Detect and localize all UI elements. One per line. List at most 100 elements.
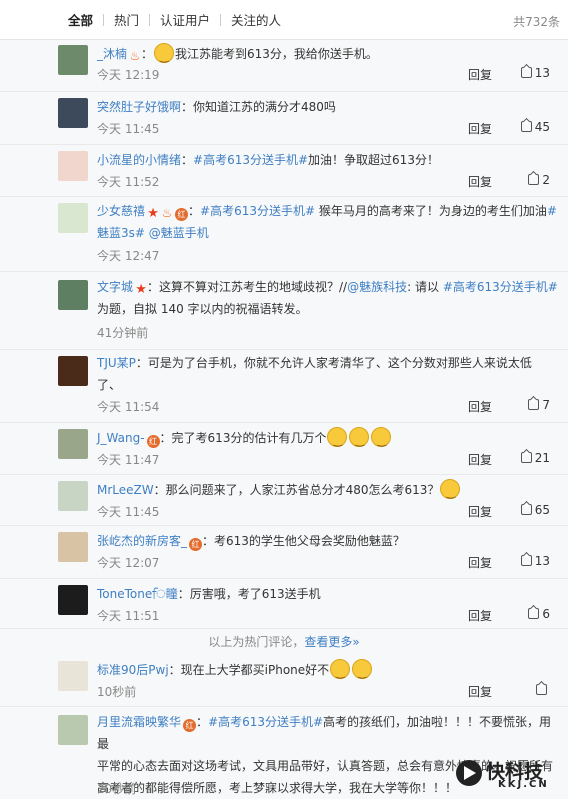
comment-filter-tabs: 全部 热门 认证用户 关注的人 共732条	[0, 0, 568, 40]
comment-text: TJU某P：可是为了台手机，你就不允许人家考清华了、这个分数对那些人来说太低 了…	[97, 356, 532, 392]
user-avatar[interactable]	[58, 532, 88, 562]
like-button[interactable]: 13	[520, 66, 550, 80]
red-badge-icon: 红	[146, 435, 160, 448]
comment-meta: 10秒前 回复	[97, 681, 558, 701]
tab-hot[interactable]: 热门	[104, 10, 149, 29]
username[interactable]: 突然肚子好饿啊	[97, 100, 181, 114]
comment-text: J_Wang- 红：完了考613分的估计有几万个	[97, 427, 558, 452]
like-button[interactable]	[536, 683, 550, 697]
thumbs-up-icon	[520, 504, 532, 515]
thumbs-up-icon	[520, 67, 532, 78]
watermark-logo: 快科技 KKJ.CN	[456, 757, 562, 791]
emoji-icon	[352, 659, 373, 684]
comment-text: ToneToneਿ瞳：厉害哦，考了613送手机	[97, 587, 321, 601]
comment-text: MrLeeZW：那么问题来了，人家江苏省总分才480怎么考613？	[97, 479, 558, 504]
reply-button[interactable]: 回复	[468, 398, 492, 415]
user-avatar[interactable]	[58, 715, 88, 745]
see-more-link[interactable]: 查看更多»	[304, 635, 359, 649]
comment-item: MrLeeZW：那么问题来了，人家江苏省总分才480怎么考613？ 今天 11:…	[0, 475, 568, 526]
user-avatar[interactable]	[58, 151, 88, 181]
hashtag-link[interactable]: 魅蓝3s#	[97, 226, 145, 240]
comment-meta: 今天 11:47 回复 21	[97, 449, 558, 469]
username[interactable]: J_Wang-	[97, 431, 145, 445]
username[interactable]: 张屹杰的新房客_	[97, 534, 187, 548]
username[interactable]: 月里流霜映繁华	[97, 715, 181, 729]
comment-item: TJU某P：可是为了台手机，你就不允许人家考清华了、这个分数对那些人来说太低 了…	[0, 350, 568, 423]
tab-verified-users[interactable]: 认证用户	[150, 10, 220, 29]
comment-count: 共732条	[513, 15, 560, 29]
user-avatar[interactable]	[58, 45, 88, 75]
username[interactable]: 少女慈禧	[97, 204, 145, 218]
reply-button[interactable]: 回复	[468, 66, 492, 83]
user-avatar[interactable]	[58, 585, 88, 615]
red-badge-icon: 红	[175, 208, 189, 221]
comment-meta: 今天 11:45 回复 45	[97, 118, 558, 138]
user-avatar[interactable]	[58, 481, 88, 511]
comment-item: 小流星的小情绪：#高考613分送手机#加油！争取超过613分！ 今天 11:52…	[0, 145, 568, 197]
like-button[interactable]: 6	[528, 607, 550, 621]
hashtag-link[interactable]: #高考613分送手机#	[443, 280, 558, 294]
thumbs-up-icon	[520, 452, 532, 463]
comment-text: 文字城 ★：这算不算对江苏考生的地域歧视？//@魅族科技: 请以 #高考613分送…	[97, 280, 558, 316]
comment-text: 小流星的小情绪：#高考613分送手机#加油！争取超过613分！	[97, 153, 439, 167]
like-button[interactable]: 65	[520, 503, 550, 517]
comment-time: 今天 11:47	[97, 453, 160, 467]
user-avatar[interactable]	[58, 203, 88, 233]
comment-item: 张屹杰的新房客_ 红：考613的学生他父母会奖励他魅蓝？ 今天 12:07 回复 …	[0, 526, 568, 579]
emoji-icon	[371, 427, 392, 452]
mention-link[interactable]: @魅族科技	[347, 280, 407, 294]
comment-meta: 今天 12:47	[97, 245, 558, 265]
hot-comments-divider: 以上为热门评论，查看更多»	[0, 629, 568, 655]
user-avatar[interactable]	[58, 356, 88, 386]
comment-item: 文字城 ★：这算不算对江苏考生的地域歧视？//@魅族科技: 请以 #高考613分送…	[0, 272, 568, 350]
hashtag-link[interactable]: #高考613分送手机#	[208, 715, 323, 729]
tab-all[interactable]: 全部	[58, 10, 103, 29]
like-button[interactable]: 7	[528, 398, 550, 412]
comment-meta: 今天 11:45 回复 65	[97, 501, 558, 521]
comment-meta: 今天 12:07 回复 13	[97, 552, 558, 572]
username[interactable]: 文字城	[97, 280, 133, 294]
comment-item: 少女慈禧 ★ ♨ 红：#高考613分送手机# 猴年马月的高考来了！为身边的考生们加油#…	[0, 197, 568, 272]
comment-time: 今天 11:51	[97, 609, 160, 623]
comment-item: ToneToneਿ瞳：厉害哦，考了613送手机 今天 11:51 回复 6	[0, 579, 568, 629]
comment-item: J_Wang-红：完了考613分的估计有几万个 今天 11:47 回复 21	[0, 423, 568, 475]
reply-button[interactable]: 回复	[468, 503, 492, 520]
user-avatar[interactable]	[58, 661, 88, 691]
reply-button[interactable]: 回复	[468, 451, 492, 468]
comment-time: 今天 11:54	[97, 400, 160, 414]
reply-button[interactable]: 回复	[468, 554, 492, 571]
thumbs-up-icon	[528, 399, 540, 410]
username[interactable]: 标准90后Pwj	[97, 663, 169, 677]
username[interactable]: _沐楠	[97, 47, 127, 61]
like-button[interactable]: 21	[520, 451, 550, 465]
flame-badge-icon: ♨	[161, 206, 173, 220]
username[interactable]: MrLeeZW	[97, 483, 154, 497]
username[interactable]: TJU某P	[97, 356, 136, 370]
like-button[interactable]: 13	[520, 554, 550, 568]
thumbs-up-icon	[536, 684, 547, 695]
like-button[interactable]: 2	[528, 173, 550, 187]
comment-text: 突然肚子好饿啊：你知道江苏的满分才480吗	[97, 100, 336, 114]
reply-button[interactable]: 回复	[468, 607, 492, 624]
reply-button[interactable]: 回复	[468, 173, 492, 190]
user-avatar[interactable]	[58, 429, 88, 459]
mention-link[interactable]: @魅蓝手机	[145, 226, 209, 240]
username[interactable]: 小流星的小情绪	[97, 153, 181, 167]
red-badge-icon: 红	[189, 538, 203, 551]
star-badge-icon: ★	[147, 206, 159, 221]
tab-following[interactable]: 关注的人	[221, 10, 291, 29]
comment-item: 突然肚子好饿啊：你知道江苏的满分才480吗 今天 11:45 回复 45	[0, 92, 568, 145]
like-button[interactable]: 45	[520, 120, 550, 134]
reply-button[interactable]: 回复	[468, 120, 492, 137]
comment-text: 张屹杰的新房客_ 红：考613的学生他父母会奖励他魅蓝？	[97, 534, 405, 551]
hashtag-link[interactable]: #高考613分送手机#	[193, 153, 308, 167]
reply-button[interactable]: 回复	[468, 683, 492, 700]
thumbs-up-icon	[528, 608, 540, 619]
thumbs-up-icon	[520, 121, 532, 132]
comment-time: 41分钟前	[97, 326, 149, 340]
emoji-icon	[440, 479, 461, 504]
username[interactable]: ToneToneਿ瞳	[97, 587, 178, 601]
user-avatar[interactable]	[58, 280, 88, 310]
hashtag-link[interactable]: #高考613分送手机#	[200, 204, 315, 218]
user-avatar[interactable]	[58, 98, 88, 128]
